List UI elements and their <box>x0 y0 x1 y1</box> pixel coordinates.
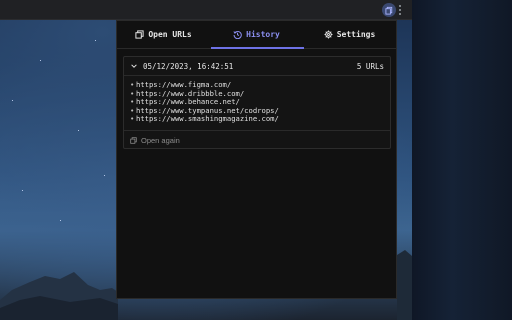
url-count: 5 URLs <box>356 61 384 71</box>
url-text: https://www.smashingmagazine.com/ <box>136 114 279 123</box>
tab-open-urls[interactable]: Open URLs <box>117 21 210 48</box>
history-timestamp: 05/12/2023, 16:42:51 <box>143 61 234 71</box>
url-list: • https://www.figma.com/ • https://www.dri… <box>124 76 390 124</box>
tab-history[interactable]: History <box>210 21 303 48</box>
tab-label: Settings <box>336 30 376 39</box>
gear-icon <box>324 30 333 39</box>
browser-toolbar <box>0 0 412 20</box>
history-icon <box>233 30 242 39</box>
open-again-label: Open again <box>141 135 180 145</box>
browser-menu-icon[interactable] <box>399 5 401 15</box>
tab-label: Open URLs <box>148 30 192 39</box>
chevron-down-icon <box>131 64 137 68</box>
history-entry: 05/12/2023, 16:42:51 5 URLs • https://www… <box>123 56 391 149</box>
list-item: • https://www.smashingmagazine.com/ <box>130 114 384 124</box>
extension-popup: Open URLs History Settings 05/12/2023, 1… <box>116 20 397 299</box>
tab-label: History <box>246 30 280 39</box>
copy-icon <box>135 30 144 39</box>
copy-icon <box>130 136 137 144</box>
tab-settings[interactable]: Settings <box>303 21 396 48</box>
open-again-button[interactable]: Open again <box>124 130 390 149</box>
tab-bar: Open URLs History Settings <box>117 21 396 49</box>
extension-icon <box>384 6 392 15</box>
extension-button[interactable] <box>382 3 396 17</box>
active-tab-indicator <box>211 47 304 49</box>
history-entry-header[interactable]: 05/12/2023, 16:42:51 5 URLs <box>124 57 390 76</box>
